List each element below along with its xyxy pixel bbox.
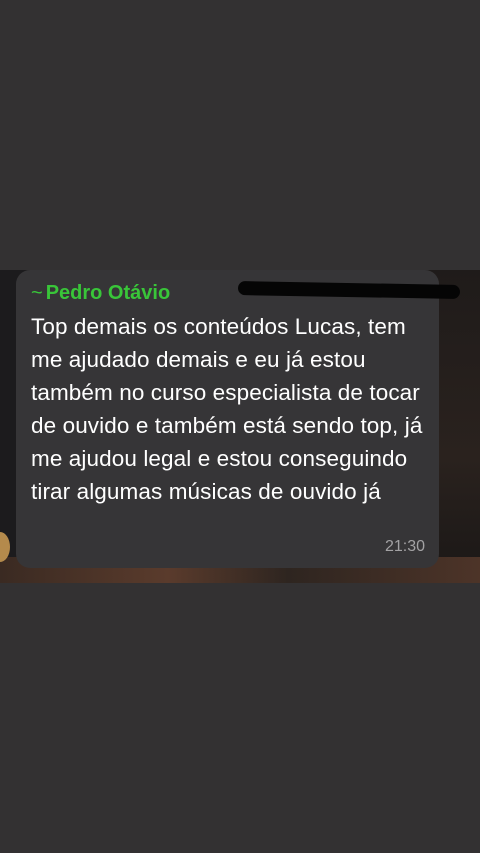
chat-screenshot: ~ Pedro Otávio Top demais os conteúdos L… [0, 270, 480, 583]
sender-prefix: ~ [31, 281, 43, 304]
top-blank-area [0, 0, 480, 270]
message-text: Top demais os conteúdos Lucas, tem me aj… [31, 314, 423, 504]
message-bubble[interactable]: ~ Pedro Otávio Top demais os conteúdos L… [16, 270, 461, 568]
bottom-blank-area [0, 583, 480, 853]
sender-name[interactable]: Pedro Otávio [46, 282, 170, 305]
message-timestamp: 21:30 [384, 538, 425, 555]
